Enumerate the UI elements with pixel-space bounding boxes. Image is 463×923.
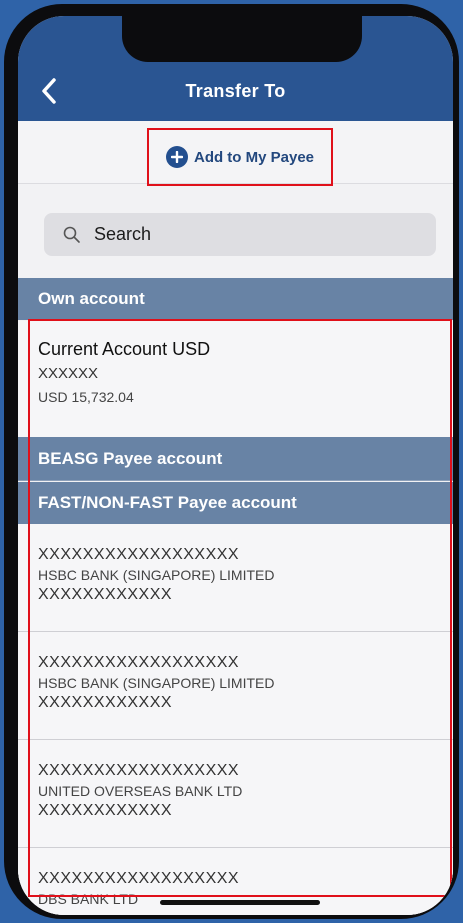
- add-to-my-payee-label: Add to My Payee: [193, 148, 315, 166]
- payee-row[interactable]: XXXXXXXXXXXXXXXXXX HSBC BANK (SINGAPORE)…: [18, 524, 453, 632]
- payee-row[interactable]: XXXXXXXXXXXXXXXXXX HSBC BANK (SINGAPORE)…: [18, 632, 453, 740]
- payee-bank: HSBC BANK (SINGAPORE) LIMITED: [38, 567, 275, 583]
- payee-bank: DBS BANK LTD: [38, 891, 139, 907]
- own-account-row[interactable]: Current Account USD XXXXXX USD 15,732.04: [18, 321, 453, 437]
- section-fast-payee: FAST/NON-FAST Payee account: [18, 482, 453, 524]
- payee-reference: XXXXXXXXXXXX: [38, 802, 173, 819]
- page-title: Transfer To: [185, 81, 286, 101]
- main-content: Add to My Payee Own account Current Acco…: [18, 121, 453, 915]
- payee-bank: HSBC BANK (SINGAPORE) LIMITED: [38, 675, 275, 691]
- section-own-account: Own account: [18, 278, 453, 320]
- search-icon: [63, 226, 80, 243]
- payee-bank: UNITED OVERSEAS BANK LTD: [38, 783, 243, 799]
- account-name: Current Account USD: [38, 339, 211, 359]
- account-balance: USD 15,732.04: [38, 389, 134, 405]
- home-indicator[interactable]: [160, 900, 320, 905]
- section-beasg-payee: BEASG Payee account: [18, 437, 453, 481]
- payee-account: XXXXXXXXXXXXXXXXXX: [38, 546, 240, 563]
- device-notch: [122, 16, 362, 62]
- add-to-my-payee-button[interactable]: Add to My Payee: [147, 128, 333, 186]
- payee-row[interactable]: XXXXXXXXXXXXXXXXXX UNITED OVERSEAS BANK …: [18, 740, 453, 848]
- app-screen: Transfer To Add to My Payee Search Own a…: [18, 16, 453, 915]
- payee-reference: XXXXXXXXXXXX: [38, 586, 173, 603]
- add-payee-bar: Add to My Payee: [18, 121, 453, 186]
- payee-account: XXXXXXXXXXXXXXXXXX: [38, 870, 240, 887]
- search-bar[interactable]: [44, 213, 436, 256]
- search-input[interactable]: [92, 223, 416, 246]
- payee-account: XXXXXXXXXXXXXXXXXX: [38, 762, 240, 779]
- app-header: Transfer To: [18, 16, 453, 121]
- payee-reference: XXXXXXXXXXXX: [38, 694, 173, 711]
- plus-circle-icon: [165, 146, 188, 168]
- account-number: XXXXXX: [38, 365, 99, 382]
- payee-account: XXXXXXXXXXXXXXXXXX: [38, 654, 240, 671]
- phone-frame: Transfer To Add to My Payee Search Own a…: [4, 4, 459, 919]
